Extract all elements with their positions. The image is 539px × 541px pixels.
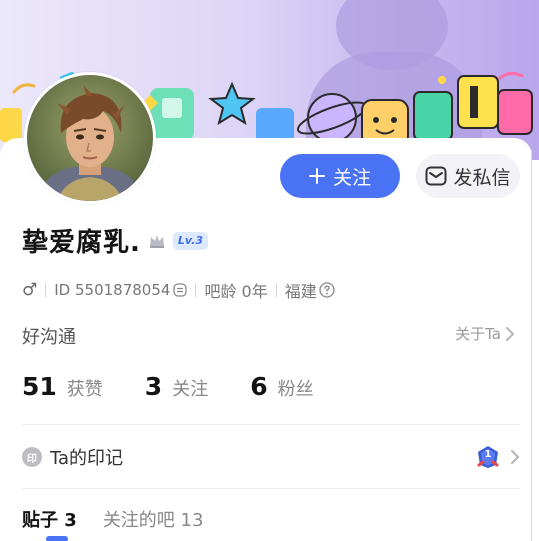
chevron-right-icon: [510, 449, 520, 465]
medal-number: 1: [484, 449, 492, 460]
copy-icon[interactable]: [173, 283, 188, 297]
stat-label: 关注: [172, 379, 209, 400]
profile-page: 关注 发私信 挚爱腐乳. Lv.3 ♂ ID 5501878054 吧龄 0年 …: [0, 0, 539, 541]
medal-icon: 1: [476, 445, 500, 469]
imprint-icon: 印: [22, 447, 42, 467]
stat-label: 粉丝: [277, 379, 314, 400]
stat-value: 3: [144, 372, 163, 401]
imprint-row[interactable]: 印 Ta的印记 1: [22, 440, 520, 474]
follow-button[interactable]: 关注: [280, 154, 400, 198]
section-divider: [22, 424, 520, 425]
tab-posts[interactable]: 贴子 3: [22, 506, 77, 532]
screen-edge-divider: [531, 150, 532, 541]
send-message-button[interactable]: 发私信: [416, 154, 520, 198]
about-label: 关于Ta: [455, 325, 501, 343]
stat-likes[interactable]: 51 获赞: [22, 372, 103, 401]
meta-row: ♂ ID 5501878054 吧龄 0年 福建: [22, 278, 335, 302]
envelope-icon: [425, 166, 447, 186]
tab-followed-bars-label: 关注的吧: [102, 510, 175, 531]
question-icon[interactable]: [319, 282, 335, 298]
location: 福建: [284, 282, 317, 301]
stat-label: 获赞: [66, 379, 103, 400]
stat-value: 6: [250, 372, 268, 401]
content-tabs: 贴子 3 关注的吧 13: [22, 506, 203, 532]
message-label: 发私信: [453, 166, 511, 189]
stat-fans[interactable]: 6 粉丝: [250, 372, 313, 401]
active-tab-indicator: [46, 536, 68, 541]
tab-followed-bars[interactable]: 关注的吧 13: [103, 506, 204, 532]
follow-label: 关注: [332, 166, 371, 189]
personal-tag: 好沟通: [22, 327, 76, 348]
level-badge: Lv.3: [172, 231, 209, 250]
tab-posts-label: 贴子: [22, 510, 58, 531]
avatar[interactable]: [24, 72, 156, 204]
meta-separator: [195, 283, 197, 297]
imprint-label: Ta的印记: [50, 448, 124, 469]
section-divider: [22, 488, 520, 489]
imprint-right: 1: [476, 445, 520, 469]
meta-separator: [275, 283, 277, 297]
crown-icon: [147, 231, 167, 251]
account-age: 吧龄 0年: [204, 282, 268, 301]
tab-posts-count: 3: [64, 510, 77, 531]
stat-following[interactable]: 3 关注: [145, 372, 208, 401]
gender-icon: ♂: [22, 280, 38, 300]
tab-followed-bars-count: 13: [180, 510, 204, 531]
meta-separator: [45, 283, 47, 297]
stats-row: 51 获赞 3 关注 6 粉丝: [22, 372, 356, 401]
about-link[interactable]: 关于Ta: [455, 323, 515, 344]
username: 挚爱腐乳.: [22, 228, 141, 258]
stat-value: 51: [22, 372, 57, 401]
user-id: ID 5501878054: [54, 281, 171, 299]
plus-icon: [308, 168, 325, 184]
chevron-right-icon: [505, 326, 515, 342]
name-row: 挚爱腐乳. Lv.3: [22, 222, 209, 259]
